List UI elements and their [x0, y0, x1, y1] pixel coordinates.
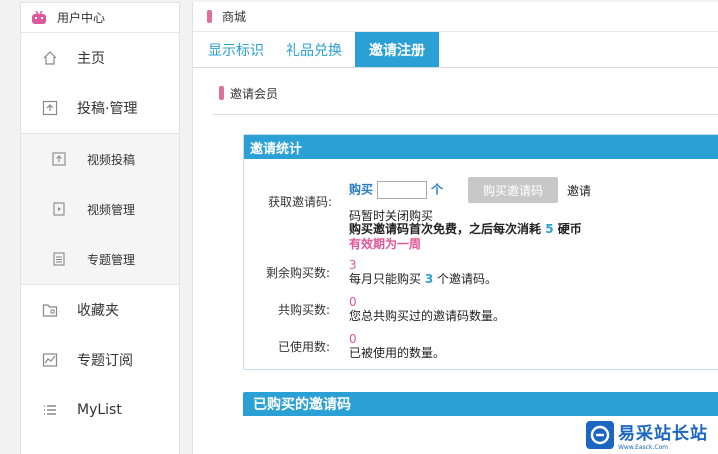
used-value: 0 [349, 332, 357, 346]
sidebar-submenu: 视频投稿 视频管理 专题管理 [21, 133, 179, 285]
main-content: 商城 显示标识 礼品兑换 邀请注册 邀请会员 邀请统计 获取邀请码: 购买 个 购… [192, 2, 718, 454]
sidebar-item-video-upload[interactable]: 视频投稿 [21, 134, 179, 184]
quantity-input[interactable] [377, 181, 428, 199]
sidebar-item-label: 视频投稿 [87, 152, 136, 167]
sidebar-item-label: 收藏夹 [77, 303, 119, 319]
watermark-subtext: Www.Easck.Com [618, 444, 669, 451]
sidebar-item-upload-manage[interactable]: 投稿·管理 [21, 83, 179, 133]
tab-bar: 显示标识 礼品兑换 邀请注册 [193, 32, 718, 68]
total-desc: 您总共购买过的邀请码数量。 [349, 309, 506, 323]
buy-prefix: 购买 [349, 182, 374, 197]
buy-invite-code-button[interactable]: 购买邀请码 [468, 177, 558, 203]
total-label: 共购买数: [277, 303, 330, 317]
total-value: 0 [349, 295, 357, 309]
sidebar-item-home[interactable]: 主页 [21, 33, 179, 83]
remaining-value: 3 [349, 258, 357, 272]
panel-title: 邀请统计 [244, 135, 718, 159]
video-manage-icon [51, 201, 67, 217]
sidebar: 用户中心 主页 投稿·管理 视频投稿 视频管理 专题管理 收藏夹 专题订阅 My… [20, 2, 180, 454]
sidebar-item-label: MyList [77, 402, 122, 418]
sidebar-item-video-manage[interactable]: 视频管理 [21, 184, 179, 234]
sidebar-item-topic-manage[interactable]: 专题管理 [21, 234, 179, 284]
tab-display-badge[interactable]: 显示标识 [199, 32, 273, 67]
sidebar-item-label: 投稿·管理 [77, 101, 138, 117]
remaining-desc-num: 3 [424, 272, 434, 286]
watermark-texts: 易采站长站 Www.Easck.Com [614, 419, 708, 451]
section-heading: 邀请会员 [219, 84, 718, 102]
cost-note-prefix: 购买邀请码首次免费，之后每次消耗 [349, 222, 542, 236]
list-icon [41, 401, 59, 419]
tab-gift-exchange[interactable]: 礼品兑换 [277, 32, 351, 67]
video-upload-icon [51, 151, 67, 167]
sidebar-item-favorites[interactable]: 收藏夹 [21, 285, 179, 335]
sidebar-item-label: 专题管理 [87, 252, 136, 267]
used-label: 已使用数: [277, 340, 330, 354]
remaining-label: 剩余购买数: [265, 266, 330, 280]
buy-line: 购买 个 [349, 181, 443, 199]
invite-word: 邀请 [567, 184, 592, 198]
sidebar-header: 用户中心 [21, 3, 179, 33]
watermark-text: 易采站长站 [618, 424, 708, 444]
cost-note-suffix: 硬币 [557, 222, 582, 236]
tab-invite-register[interactable]: 邀请注册 [355, 32, 439, 67]
folder-icon [41, 301, 59, 319]
sidebar-item-label: 主页 [77, 51, 105, 67]
upload-icon [41, 99, 59, 117]
cost-note: 购买邀请码首次免费，之后每次消耗 5 硬币 [349, 222, 582, 237]
home-icon [41, 49, 59, 67]
section-divider [213, 114, 718, 115]
main-header: 商城 [193, 2, 718, 32]
watermark-logo-icon [586, 421, 614, 449]
section-marker [219, 86, 224, 100]
sidebar-item-mylist[interactable]: MyList [21, 385, 179, 435]
cost-value: 5 [545, 222, 554, 236]
remaining-desc: 每月只能购买 3 个邀请码。 [349, 272, 497, 287]
page-title: 商城 [222, 10, 247, 24]
section-title: 邀请会员 [230, 86, 279, 101]
remaining-desc-suffix: 个邀请码。 [437, 272, 498, 286]
sidebar-title: 用户中心 [57, 11, 106, 25]
tv-logo-icon [32, 10, 46, 24]
sidebar-item-topic-subscribe[interactable]: 专题订阅 [21, 335, 179, 385]
remaining-desc-prefix: 每月只能购买 [349, 272, 422, 286]
validity-note: 有效期为一周 [349, 237, 422, 251]
chart-icon [41, 351, 59, 369]
sidebar-item-label: 视频管理 [87, 202, 136, 217]
topic-manage-icon [51, 251, 67, 267]
used-desc: 已被使用的数量。 [349, 346, 446, 360]
purchased-codes-header: 已购买的邀请码 [243, 392, 718, 416]
watermark-logo: 易采站长站 Www.Easck.Com [584, 418, 718, 452]
sidebar-item-label: 专题订阅 [77, 353, 133, 369]
invite-stats-panel: 邀请统计 获取邀请码: 购买个 购买邀请码 邀请 码暂时关闭购买 购买邀请码首次… [243, 134, 718, 370]
header-marker [207, 10, 212, 23]
buy-unit: 个 [431, 182, 444, 197]
get-code-label: 获取邀请码: [267, 195, 332, 209]
